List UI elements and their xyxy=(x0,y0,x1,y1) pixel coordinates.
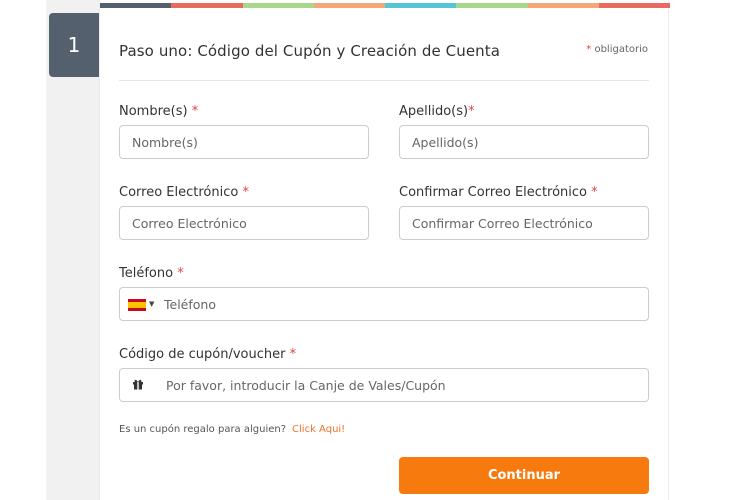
step-number-badge: 1 xyxy=(49,13,99,77)
phone-label-text: Teléfono xyxy=(119,266,174,281)
confirm-email-input[interactable] xyxy=(399,206,649,240)
confirm-email-label: Confirmar Correo Electrónico * xyxy=(399,185,598,200)
last-name-label-text: Apellido(s) xyxy=(399,104,469,119)
gift-click-here-link[interactable]: Click Aqui! xyxy=(292,424,345,435)
color-stripe-segment xyxy=(598,3,670,8)
page-title: Paso uno: Código del Cupón y Creación de… xyxy=(119,42,501,60)
title-divider xyxy=(119,80,649,81)
last-name-required-star: * xyxy=(468,104,475,119)
first-name-input[interactable] xyxy=(119,125,369,159)
color-stripe-segment xyxy=(313,3,385,8)
phone-field: ▼ xyxy=(119,287,649,321)
required-star: * xyxy=(586,44,592,55)
color-stripe-segment xyxy=(456,3,528,8)
color-stripe-bar xyxy=(100,3,670,8)
first-name-label-text: Nombre(s) xyxy=(119,104,188,119)
coupon-field xyxy=(119,368,649,402)
color-stripe-segment xyxy=(171,3,243,8)
color-stripe-segment xyxy=(100,3,172,8)
phone-label: Teléfono * xyxy=(119,266,184,281)
email-input[interactable] xyxy=(119,206,369,240)
form-card: Paso uno: Código del Cupón y Creación de… xyxy=(99,0,670,500)
color-stripe-segment xyxy=(527,3,599,8)
color-stripe-segment xyxy=(385,3,457,8)
coupon-required-star: * xyxy=(289,347,297,362)
email-label: Correo Electrónico * xyxy=(119,185,249,200)
coupon-label: Código de cupón/voucher * xyxy=(119,347,296,362)
first-name-required-star: * xyxy=(191,104,199,119)
phone-input[interactable] xyxy=(164,288,644,320)
color-stripe-segment xyxy=(242,3,314,8)
first-name-label: Nombre(s) * xyxy=(119,104,198,119)
gift-icon xyxy=(133,379,143,390)
phone-required-star: * xyxy=(177,266,184,281)
coupon-input[interactable] xyxy=(166,369,644,401)
email-required-star: * xyxy=(242,185,249,200)
confirm-email-label-text: Confirmar Correo Electrónico xyxy=(399,185,588,200)
confirm-email-required-star: * xyxy=(591,185,598,200)
coupon-label-text: Código de cupón/voucher xyxy=(119,347,286,362)
continue-button[interactable]: Continuar xyxy=(399,457,649,494)
email-label-text: Correo Electrónico xyxy=(119,185,239,200)
last-name-label: Apellido(s)* xyxy=(399,104,475,119)
last-name-input[interactable] xyxy=(399,125,649,159)
spain-flag-icon[interactable] xyxy=(128,299,146,311)
caret-down-icon[interactable]: ▼ xyxy=(149,300,154,308)
required-note: * obligatorio xyxy=(586,44,648,55)
gift-prompt: Es un cupón regalo para alguien? Click Aq… xyxy=(119,424,345,435)
required-note-text: obligatorio xyxy=(594,44,648,55)
gift-prompt-text: Es un cupón regalo para alguien? xyxy=(119,424,287,435)
right-gutter xyxy=(669,0,750,500)
